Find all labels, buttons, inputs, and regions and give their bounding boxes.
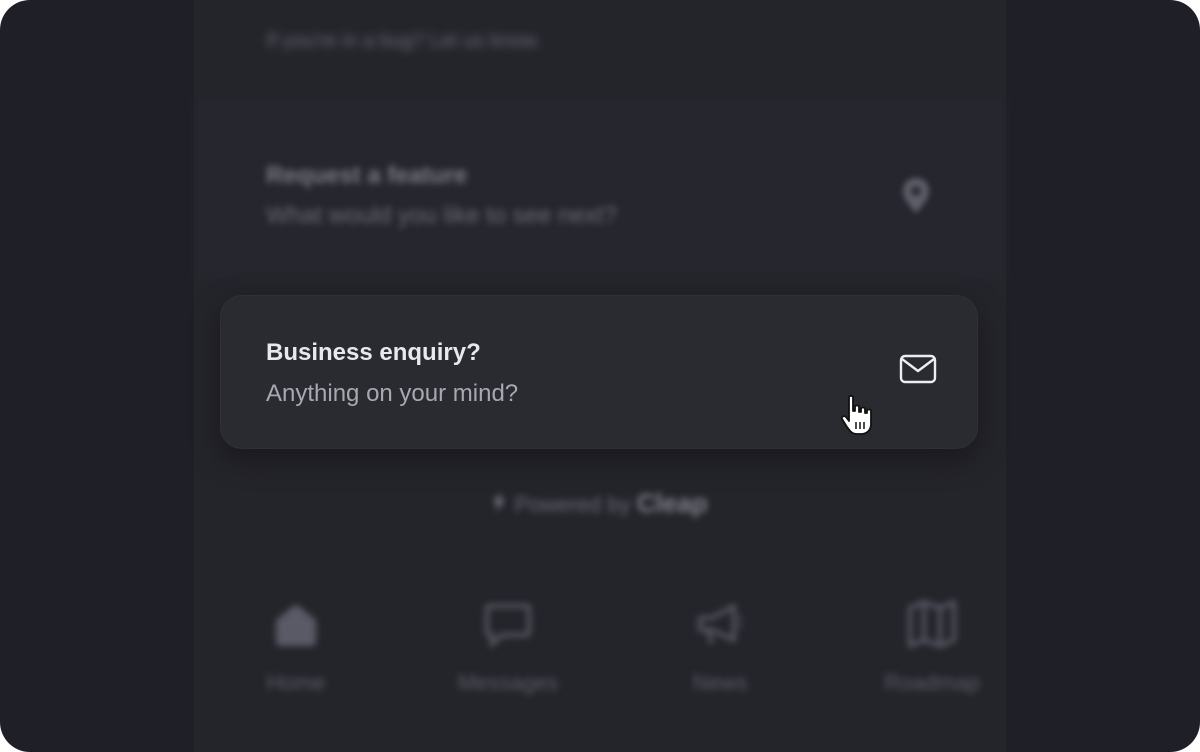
mail-icon [899,354,937,384]
app-frame: If you're in a bug? Let us know. Request… [0,0,1200,752]
chat-icon [485,604,531,649]
hand-pointer-cursor-icon [840,394,872,435]
home-icon [276,604,316,646]
top-snippet-text: If you're in a bug? Let us know. [266,30,542,52]
request-feature-row[interactable]: Request a feature What would you like to… [266,158,966,248]
business-enquiry-subtitle: Anything on your mind? [266,380,519,407]
megaphone-icon [698,604,742,645]
nav-label-home: Home [266,670,326,695]
bottom-nav: Home Messages News Roadmap [194,590,1006,710]
nav-item-roadmap[interactable]: Roadmap [832,590,1032,710]
map-icon [908,600,956,648]
business-enquiry-title: Business enquiry? [266,339,481,366]
request-feature-title: Request a feature [266,162,468,189]
request-feature-subtitle: What would you like to see next? [266,202,617,229]
nav-label-messages: Messages [457,670,559,695]
nav-label-news: News [692,670,748,695]
map-pin-icon [903,178,929,213]
bolt-icon [493,492,506,512]
powered-by-footer[interactable]: Powered by Cleap [0,488,1200,519]
nav-label-roadmap: Roadmap [884,670,980,695]
powered-by-text: Powered by [514,492,631,517]
nav-item-news[interactable]: News [620,590,820,710]
nav-item-home[interactable]: Home [196,590,396,710]
nav-item-messages[interactable]: Messages [408,590,608,710]
powered-by-brand: Cleap [636,488,708,518]
